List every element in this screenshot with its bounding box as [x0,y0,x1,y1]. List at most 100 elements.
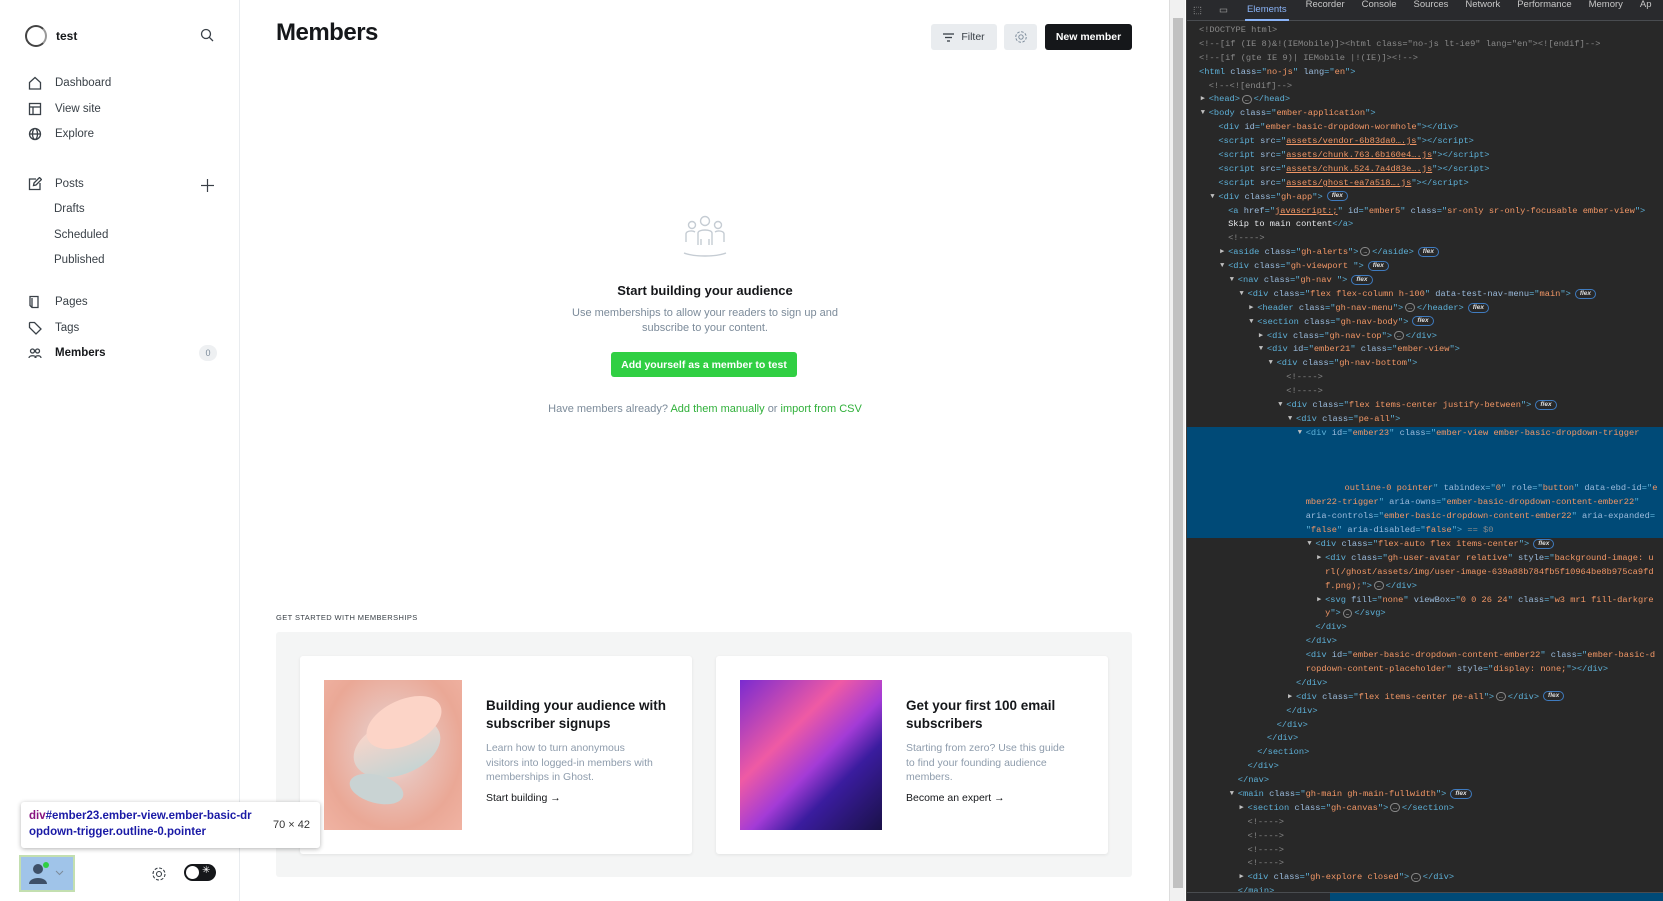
guide-card[interactable]: Building your audience with subscriber s… [300,656,692,854]
collapse-triangle-icon[interactable]: ▼ [1230,274,1234,288]
search-icon[interactable] [200,28,214,42]
dom-node-line[interactable]: </div> [1187,621,1663,635]
sidebar-item-posts[interactable]: Posts [28,174,218,194]
dom-node-line[interactable]: y">… </svg> [1187,607,1663,621]
devtools-tab-ap[interactable]: Ap [1640,0,1652,21]
ellipsis-badge[interactable]: … [1241,94,1252,104]
dom-node-line[interactable]: ▶ <section class="gh-canvas">… </section> [1187,802,1663,816]
collapse-triangle-icon[interactable]: ▼ [1220,260,1224,274]
link-token[interactable]: assets/chunk.763.6b160e4….js [1286,150,1432,160]
collapse-triangle-icon[interactable]: ▼ [1259,343,1263,357]
site-name[interactable]: test [56,29,77,43]
flex-badge[interactable]: flex [1535,399,1557,410]
dom-node-line[interactable]: <!----> [1187,371,1663,385]
link-token[interactable]: assets/chunk.524.7a4d83e….js [1286,164,1432,174]
collapse-triangle-icon[interactable]: ▼ [1307,538,1311,552]
dom-node-line[interactable]: <!----> [1187,857,1663,871]
expand-triangle-icon[interactable]: ▶ [1317,594,1321,608]
collapse-triangle-icon[interactable]: ▼ [1230,788,1234,802]
sidebar-item-published[interactable]: Published [54,254,105,266]
ellipsis-badge[interactable]: … [1360,247,1371,257]
link-token[interactable]: javascript:; [1275,206,1338,216]
dom-node-line[interactable]: ▶ <div class="flex items-center pe-all">…… [1187,691,1663,705]
ellipsis-badge[interactable]: … [1496,691,1506,701]
breadcrumb-selected[interactable] [1330,893,1663,901]
expand-triangle-icon[interactable]: ▶ [1317,552,1321,566]
devtools-tab-console[interactable]: Console [1362,0,1397,21]
dom-node-line[interactable]: ▶ <svg fill="none" viewBox="0 0 26 24" cl… [1187,594,1663,608]
dom-node-line[interactable]: ▼ <nav class="gh-nav "> flex [1187,274,1663,288]
dom-node-line[interactable]: ▶ <div class="gh-user-avatar relative" st… [1187,552,1663,566]
dark-mode-toggle[interactable]: ✳ [184,864,216,881]
dom-node-selected[interactable]: aria-controls="ember-basic-dropdown-cont… [1187,510,1663,525]
dom-node-line[interactable]: </div> [1187,732,1663,746]
start-building-link[interactable]: Start building → [486,792,561,804]
dom-node-line[interactable]: </div> [1187,705,1663,719]
ellipsis-badge[interactable]: … [1411,872,1421,882]
flex-badge[interactable]: flex [1450,788,1472,799]
flex-badge[interactable]: flex [1412,316,1434,327]
dom-node-line[interactable]: <!DOCTYPE html> [1187,24,1663,38]
add-manually-link[interactable]: Add them manually [670,403,764,415]
dom-node-line[interactable]: ▼ <div class="pe-all"> [1187,413,1663,427]
flex-badge[interactable]: flex [1533,538,1555,549]
sidebar-item-pages[interactable]: Pages [28,292,218,312]
link-token[interactable]: assets/ghost-ea7a518….js [1286,178,1411,188]
import-csv-link[interactable]: import from CSV [781,403,862,415]
dom-node-selected[interactable] [1187,468,1663,483]
dom-node-selected[interactable]: "false" aria-disabled="false"> == $0 [1187,524,1663,538]
settings-button[interactable] [1004,24,1037,50]
dom-node-line[interactable]: <!----> [1187,844,1663,858]
dom-node-line[interactable]: rl(/ghost/assets/img/user-image-639a88b7… [1187,566,1663,580]
sidebar-item-explore[interactable]: Explore [28,124,218,144]
dom-node-line[interactable]: ▼ <body class="ember-application"> [1187,107,1663,121]
sidebar-item-tags[interactable]: Tags [28,318,218,338]
dom-node-line[interactable]: <!--<![endif]--> [1187,80,1663,94]
flex-badge[interactable]: flex [1574,288,1597,299]
ellipsis-badge[interactable]: … [1374,580,1384,590]
dom-node-line[interactable]: <!----> [1187,385,1663,399]
devtools-tab-performance[interactable]: Performance [1517,0,1571,21]
dom-node-line[interactable]: <div id="ember-basic-dropdown-wormhole">… [1187,121,1663,135]
gear-icon[interactable] [151,866,167,882]
flex-badge[interactable]: flex [1351,274,1373,285]
dom-node-line[interactable]: ▶ <aside class="gh-alerts">… </aside> flex [1187,246,1663,260]
guide-card[interactable]: Get your first 100 email subscribers Sta… [716,656,1108,854]
dom-node-line[interactable]: ▶ <div class="gh-nav-top">… </div> [1187,330,1663,344]
collapse-triangle-icon[interactable]: ▼ [1288,413,1292,427]
dom-node-line[interactable]: <!--[if (gte IE 9)| IEMobile |!(IE)]><!-… [1187,52,1663,66]
flex-badge[interactable]: flex [1417,246,1439,257]
dom-node-line[interactable]: </div> [1187,719,1663,733]
flex-badge[interactable]: flex [1467,302,1489,313]
expand-triangle-icon[interactable]: ▶ [1220,246,1224,260]
page-scrollbar[interactable] [1169,0,1185,901]
ellipsis-badge[interactable]: … [1405,303,1415,313]
plus-icon[interactable] [201,179,214,192]
dom-node-selected[interactable]: outline-0 pointer" tabindex="0" role="bu… [1187,482,1663,497]
expand-triangle-icon[interactable]: ▶ [1240,802,1244,816]
dom-node-line[interactable]: <a href="javascript:;" id="ember5" class… [1187,205,1663,219]
dom-node-selected[interactable]: ▼ <div id="ember23" class="ember-view emb… [1187,426,1663,441]
dom-node-line[interactable]: ▼ <div class="flex-auto flex items-center… [1187,538,1663,552]
sidebar-item-scheduled[interactable]: Scheduled [54,229,108,241]
dom-node-line[interactable]: ▼ <div class="gh-nav-bottom"> [1187,357,1663,371]
devtools-tab-recorder[interactable]: Recorder [1306,0,1345,21]
dom-node-line[interactable]: <script src="assets/ghost-ea7a518….js"><… [1187,177,1663,191]
dom-node-line[interactable]: ▼ <div class="gh-app"> flex [1187,191,1663,205]
device-toolbar-icon[interactable]: ▭ [1219,5,1228,16]
collapse-triangle-icon[interactable]: ▼ [1278,399,1282,413]
dom-node-line[interactable]: Skip to main content</a> [1187,218,1663,232]
site-logo[interactable] [25,25,47,47]
dom-node-line[interactable]: ▶ <head>… </head> [1187,93,1663,107]
dom-node-line[interactable]: ▼ <div class="flex items-center justify-b… [1187,399,1663,413]
dom-node-line[interactable]: ▼ <div class="flex flex-column h-100" dat… [1187,288,1663,302]
dom-node-line[interactable]: ▶ <header class="gh-nav-menu">… </header> f… [1187,302,1663,316]
become-expert-link[interactable]: Become an expert → [906,792,1005,804]
filter-button[interactable]: Filter [931,24,997,50]
dom-node-line[interactable]: </div> [1187,677,1663,691]
dom-node-line[interactable]: </div> [1187,760,1663,774]
ellipsis-badge[interactable]: … [1394,330,1404,340]
devtools-tab-memory[interactable]: Memory [1589,0,1623,21]
dom-node-line[interactable]: <script src="assets/vendor-6b83da0….js">… [1187,135,1663,149]
collapse-triangle-icon[interactable]: ▼ [1249,316,1253,330]
